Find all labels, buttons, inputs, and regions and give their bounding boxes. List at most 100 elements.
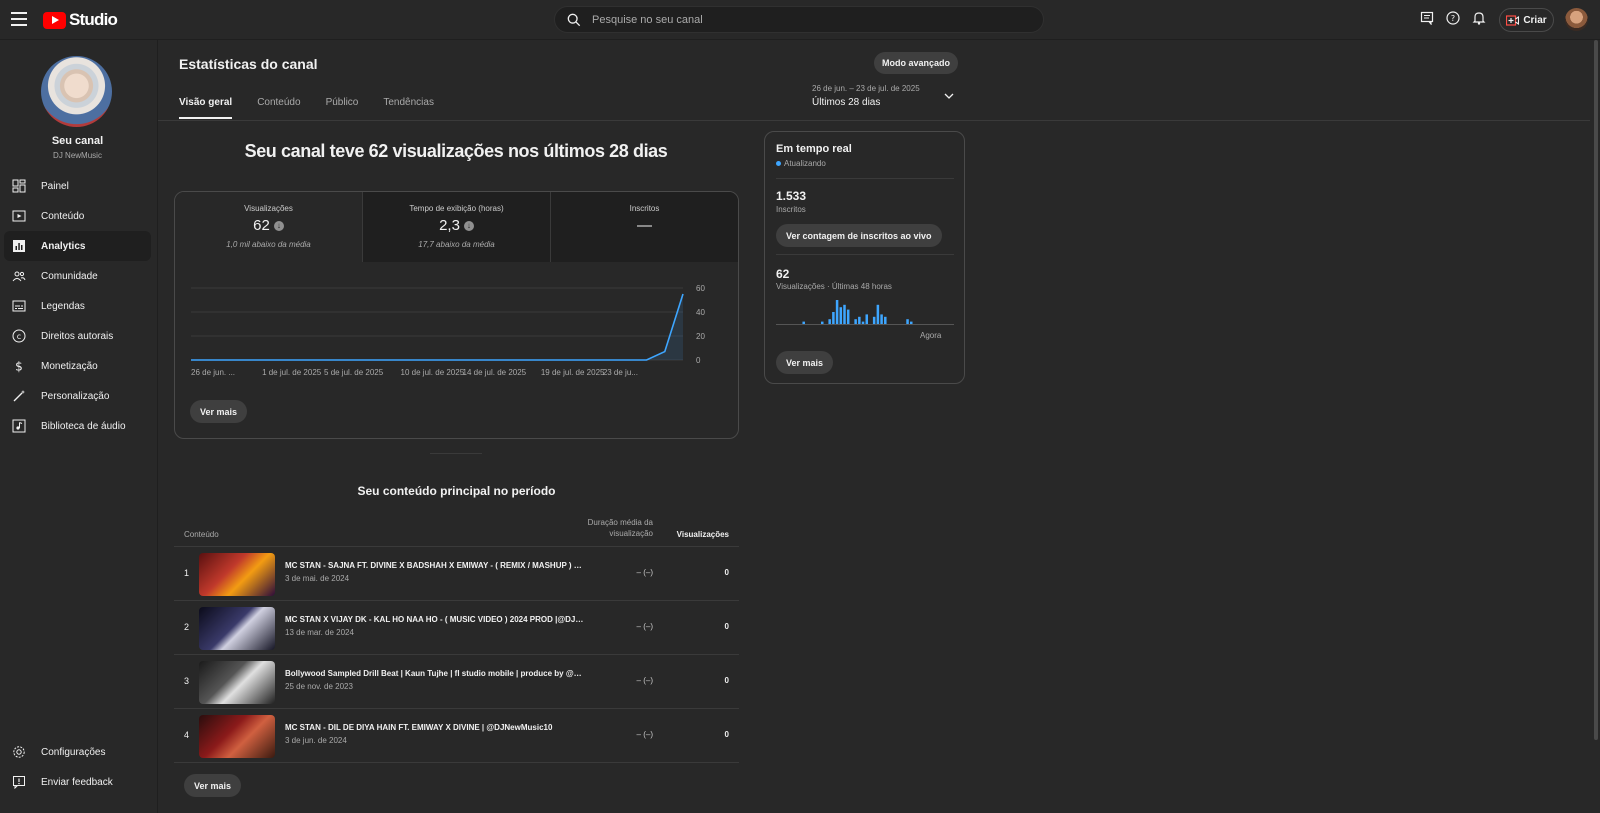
sidebar-item-label: Monetização [41,360,98,372]
video-title[interactable]: MC STAN - SAJNA FT. DIVINE X BADSHAH X E… [285,561,585,570]
realtime-bar[interactable] [884,316,887,324]
video-date: 13 de mar. de 2024 [285,628,354,637]
table-row[interactable]: 2 MC STAN X VIJAY DK - KAL HO NAA HO - ( … [174,601,739,655]
sidebar-item-label: Direitos autorais [41,330,114,342]
search-icon [567,13,581,26]
search-input[interactable] [592,13,992,26]
sidebar-item-biblioteca-de-audio[interactable]: Biblioteca de áudio [4,411,151,441]
realtime-bar[interactable] [821,321,824,324]
realtime-bar[interactable] [872,316,876,324]
page-title: Estatísticas do canal [179,56,318,72]
help-icon[interactable]: ? [1444,9,1461,26]
svg-text:c: c [17,332,21,341]
sidebar-item-monetizacao[interactable]: $ Monetização [4,351,151,381]
tab-content[interactable]: Conteúdo [257,97,300,119]
metric-views[interactable]: Visualizações 62 ↓ 1,0 mil abaixo da médi… [175,192,362,262]
video-thumbnail[interactable] [199,715,275,758]
see-more-content-button[interactable]: Ver mais [184,774,242,797]
realtime-bar[interactable] [865,314,869,324]
see-more-button[interactable]: Ver mais [190,400,248,423]
sidebar-item-direitos-autorais[interactable]: c Direitos autorais [4,321,151,351]
comment-icon[interactable] [1418,9,1435,26]
logo-text: Studio [69,10,118,29]
sidebar: Seu canal DJ NewMusic Painel Conteúdo Anal… [0,40,158,813]
sidebar-nav: Painel Conteúdo Analytics Comunidade Legenda… [4,171,151,441]
tab-audience[interactable]: Público [326,97,359,119]
sidebar-item-legendas[interactable]: Legendas [4,291,151,321]
menu-icon[interactable] [11,12,27,26]
table-row[interactable]: 3 Bollywood Sampled Drill Beat | Kaun Tuj… [174,655,739,709]
subscriber-label: Inscritos [776,205,806,214]
metric-note: 1,0 mil abaixo da média [226,240,311,249]
studio-logo[interactable]: Studio [43,10,118,30]
realtime-bar[interactable] [843,304,846,324]
date-range-selector[interactable]: 26 de jun. – 23 de jul. de 2025 Últimos … [812,84,920,108]
gear-icon [12,745,26,759]
channel-avatar[interactable] [41,56,112,127]
sidebar-item-enviar-feedback[interactable]: Enviar feedback [4,767,151,797]
now-label: Agora [920,331,942,340]
y-tick-label: 0 [696,356,701,365]
sidebar-item-conteudo[interactable]: Conteúdo [4,201,151,231]
realtime-bar[interactable] [835,300,839,324]
scrollbar[interactable] [1594,40,1598,740]
realtime-bar[interactable] [858,316,861,324]
sidebar-item-configuracoes[interactable]: Configurações [4,737,151,767]
realtime-bar[interactable] [828,319,831,324]
create-button[interactable]: Criar [1499,8,1554,32]
metric-watch-time[interactable]: Tempo de exibição (horas) 2,3 ↓ 17,7 abai… [362,192,550,262]
advanced-mode-button[interactable]: Modo avançado [874,52,958,74]
metric-subscribers[interactable]: Inscritos — [550,192,738,262]
table-row[interactable]: 4 MC STAN - DIL DE DIYA HAIN FT. EMIWAY X… [174,709,739,763]
sidebar-item-label: Comunidade [41,270,98,282]
account-avatar[interactable] [1565,8,1588,31]
series-line[interactable] [191,293,684,361]
realtime-see-more-button[interactable]: Ver mais [776,351,834,374]
col-views-header[interactable]: Visualizações [664,530,729,539]
tab-overview[interactable]: Visão geral [179,97,233,119]
realtime-bar[interactable] [839,307,843,324]
chevron-down-icon[interactable] [944,92,954,100]
bell-icon[interactable] [1470,9,1487,26]
realtime-bar[interactable] [832,312,835,324]
video-date: 3 de jun. de 2024 [285,736,347,745]
series-area [191,294,683,360]
sidebar-item-painel[interactable]: Painel [4,171,151,201]
col-avg-duration-header[interactable]: Duração média da visualização [569,517,653,539]
realtime-status: Atualizando [776,159,826,168]
realtime-bar[interactable] [854,319,857,324]
metric-value: 2,3 [439,217,460,234]
realtime-bar[interactable] [910,321,913,324]
community-icon [12,269,26,283]
realtime-bar[interactable] [880,314,883,324]
video-thumbnail[interactable] [199,553,275,596]
realtime-bar[interactable] [861,321,865,324]
realtime-bar[interactable] [846,309,850,324]
video-date: 25 de nov. de 2023 [285,682,353,691]
realtime-bar[interactable] [906,319,909,324]
live-subscriber-count-button[interactable]: Ver contagem de inscritos ao vivo [776,224,942,247]
video-title[interactable]: MC STAN X VIJAY DK - KAL HO NAA HO - ( M… [285,615,585,624]
realtime-views-count: 62 [776,267,790,281]
video-title[interactable]: MC STAN - DIL DE DIYA HAIN FT. EMIWAY X … [285,723,585,732]
sidebar-item-comunidade[interactable]: Comunidade [4,261,151,291]
views-chart: 0 20 40 60 26 de jun. ... 1 de jul. de 2025 5 … [191,284,705,377]
x-tick-label: 14 de jul. de 2025 [463,368,527,377]
sidebar-item-analytics[interactable]: Analytics [4,231,151,261]
sidebar-item-personalizacao[interactable]: Personalização [4,381,151,411]
video-thumbnail[interactable] [199,661,275,704]
search-bar[interactable] [554,6,1044,33]
svg-text:$: $ [15,360,23,374]
table-row[interactable]: 1 MC STAN - SAJNA FT. DIVINE X BADSHAH X … [174,547,739,601]
video-title[interactable]: Bollywood Sampled Drill Beat | Kaun Tujh… [285,669,585,678]
sidebar-item-label: Enviar feedback [41,776,113,788]
realtime-card: Em tempo real Atualizando 1.533 Inscrito… [764,131,965,384]
video-thumbnail[interactable] [199,607,275,650]
realtime-bar[interactable] [802,321,805,324]
date-range-label: Últimos 28 dias [812,97,881,108]
y-tick-label: 60 [696,284,705,293]
tab-trends[interactable]: Tendências [383,97,434,119]
live-dot-icon [776,161,781,166]
top-content-title: Seu conteúdo principal no período [357,484,556,498]
realtime-bar[interactable] [876,304,880,324]
